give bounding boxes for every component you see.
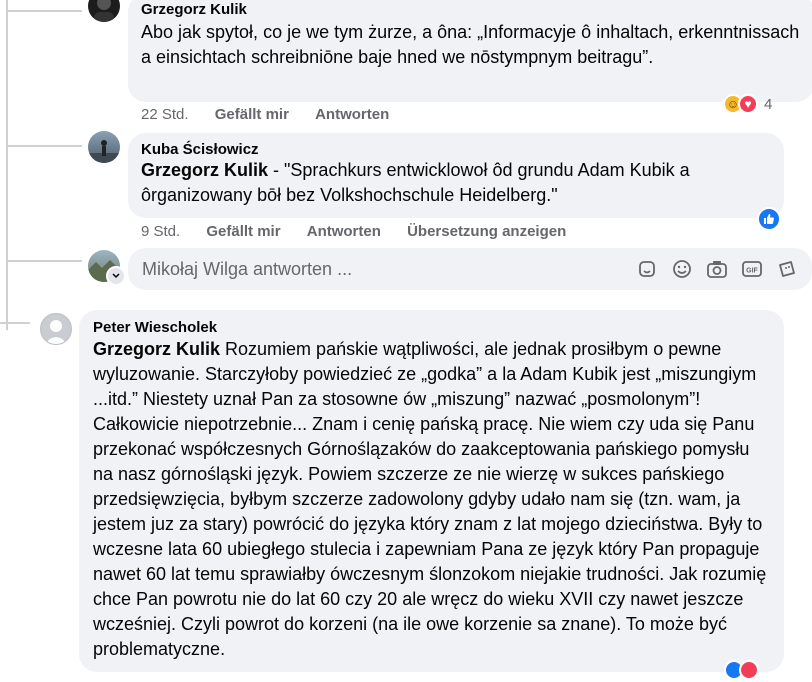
- reaction-summary[interactable]: [720, 658, 776, 682]
- thread-line: [6, 260, 82, 262]
- camera-icon[interactable]: [706, 258, 728, 280]
- svg-text:GIF: GIF: [746, 268, 758, 275]
- comment-author[interactable]: Peter Wiescholek: [93, 319, 770, 336]
- avatar[interactable]: [88, 0, 120, 22]
- mention-link[interactable]: Grzegorz Kulik: [93, 339, 220, 359]
- comment-bubble: Peter Wiescholek Grzegorz Kulik Rozumiem…: [79, 310, 784, 672]
- mention-link[interactable]: Grzegorz Kulik: [141, 160, 268, 180]
- reply-button[interactable]: Antworten: [307, 223, 381, 240]
- comment-time[interactable]: 9 Std.: [141, 223, 180, 240]
- reaction-summary[interactable]: ☺ ♥ 4: [719, 92, 791, 116]
- comment-text: Grzegorz Kulik - "Sprachkurs entwicklowo…: [141, 158, 771, 208]
- thread-line: [0, 322, 30, 324]
- comment-actions: 9 Std. Gefällt mir Antworten Übersetzung…: [141, 223, 588, 240]
- like-button[interactable]: Gefällt mir: [206, 223, 280, 240]
- like-icon: [757, 207, 781, 231]
- sticker-pack-icon[interactable]: [776, 258, 798, 280]
- comment-time[interactable]: 22 Std.: [141, 106, 189, 123]
- reaction-count: 4: [764, 95, 773, 113]
- thread-line: [6, 0, 8, 330]
- avatar[interactable]: [88, 131, 120, 163]
- comment-text: Abo jak spytoł, co je we tym żurze, a ôn…: [141, 22, 800, 67]
- like-button[interactable]: Gefällt mir: [215, 106, 289, 123]
- love-icon: [739, 660, 759, 680]
- thread-line: [6, 10, 82, 12]
- comment-bubble: Grzegorz Kulik Abo jak spytoł, co je we …: [128, 0, 812, 102]
- avatar[interactable]: [40, 313, 72, 345]
- reply-placeholder: Mikołaj Wilga antworten ...: [142, 258, 353, 279]
- reaction-summary[interactable]: [757, 207, 781, 231]
- translate-button[interactable]: Übersetzung anzeigen: [407, 223, 566, 240]
- reply-button[interactable]: Antworten: [315, 106, 389, 123]
- comment-text: Grzegorz Kulik Rozumiem pańskie wątpliwo…: [93, 337, 770, 662]
- thread-line: [6, 145, 82, 147]
- comment-author[interactable]: Kuba Ścisłowicz: [141, 141, 771, 158]
- comment-body: Rozumiem pańskie wątpliwości, ale jednak…: [93, 339, 767, 659]
- emoji-icon[interactable]: [671, 258, 693, 280]
- comment-author[interactable]: Grzegorz Kulik: [141, 1, 801, 18]
- love-icon: ♥: [738, 94, 758, 114]
- comment-actions: 22 Std. Gefällt mir Antworten: [141, 106, 411, 123]
- comment-bubble: Kuba Ścisłowicz Grzegorz Kulik - "Sprach…: [128, 133, 784, 218]
- gif-icon[interactable]: GIF: [741, 258, 763, 280]
- reply-input[interactable]: Mikołaj Wilga antworten ... GIF: [128, 248, 812, 290]
- chevron-down-icon[interactable]: [106, 266, 126, 286]
- sticker-icon[interactable]: [636, 258, 658, 280]
